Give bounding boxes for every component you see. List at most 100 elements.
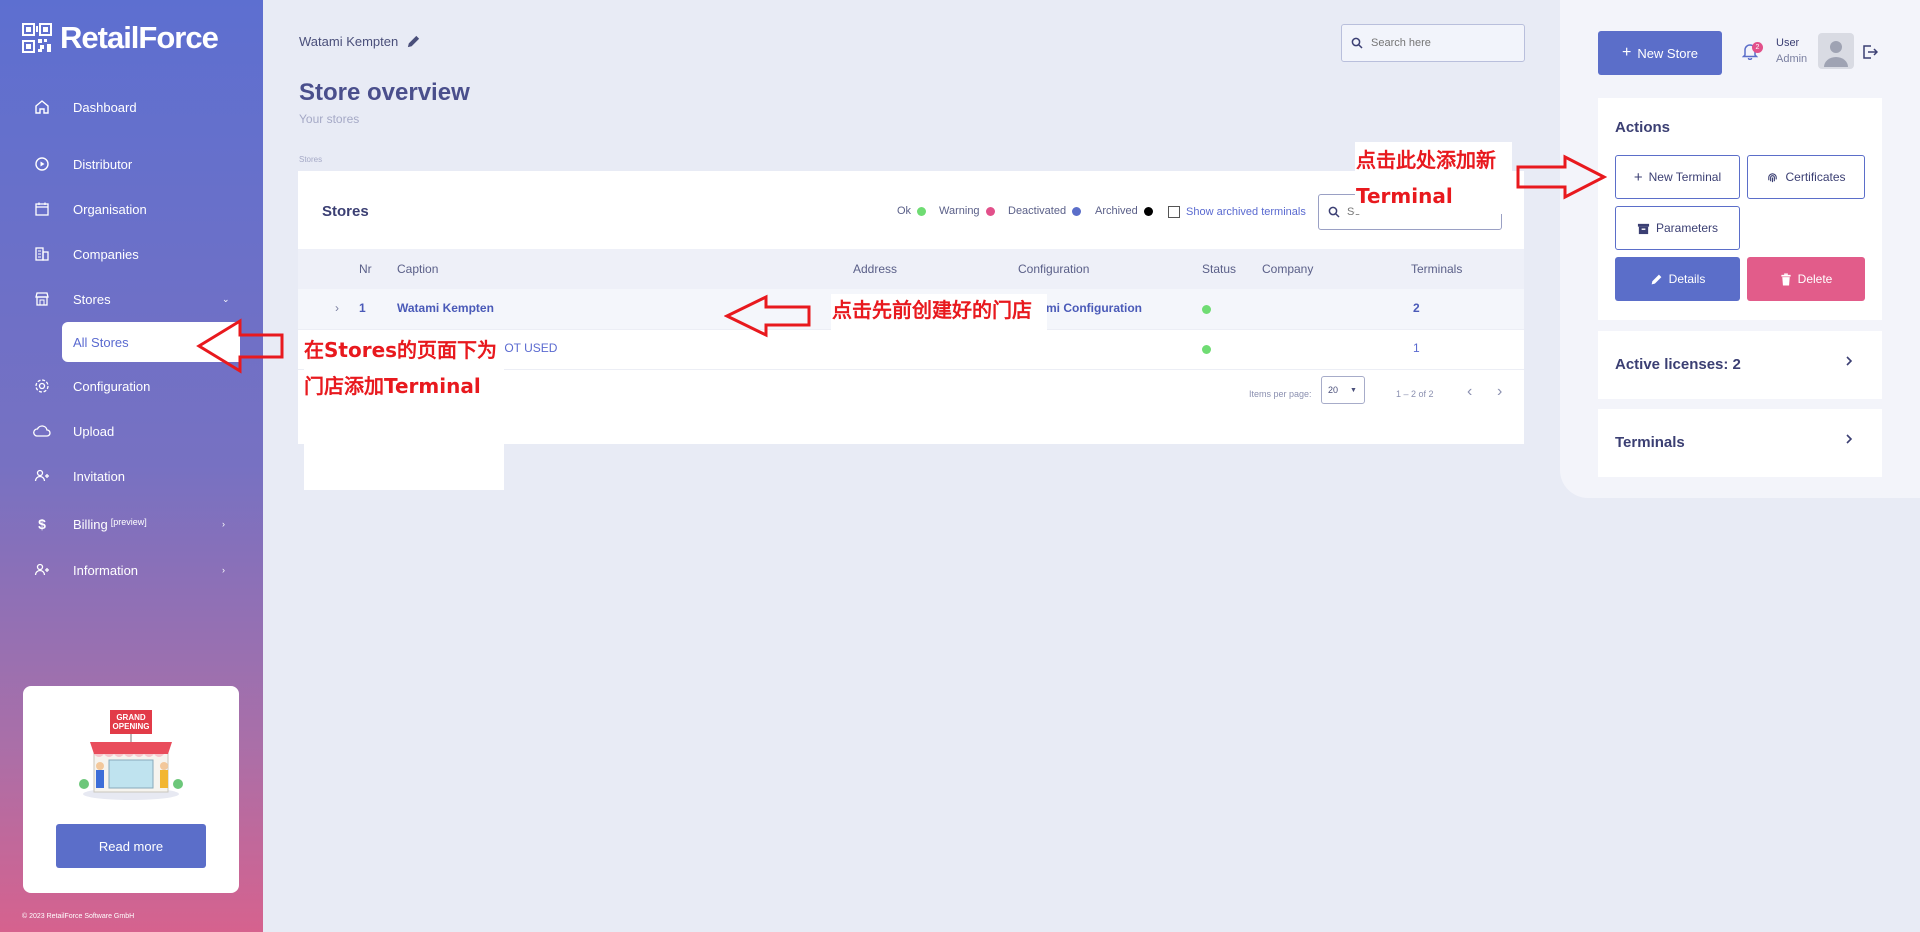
subitem-label: All Stores — [73, 334, 129, 350]
right-panel: + New Store 2 User Admin Actions + New T… — [1560, 0, 1920, 498]
logout-icon[interactable] — [1862, 44, 1878, 60]
logo[interactable]: RetailForce — [22, 20, 219, 56]
sidebar-item-label: Upload — [73, 423, 115, 439]
checkbox-box[interactable] — [1168, 206, 1180, 218]
sidebar-item-label: Distributor — [73, 156, 133, 172]
new-terminal-button[interactable]: + New Terminal — [1615, 155, 1740, 199]
annotation-arrow-middle — [724, 294, 811, 338]
section-label: Stores — [299, 155, 323, 164]
actions-card: Actions + New Terminal Certificates Para… — [1598, 98, 1882, 320]
pagination-range: 1 – 2 of 2 — [1396, 389, 1434, 399]
items-per-page-select[interactable]: 20 ▼ — [1321, 376, 1365, 404]
annotation-left-line2: 门店添加Terminal — [304, 374, 481, 398]
status-ok-dot — [1202, 305, 1211, 314]
home-icon — [32, 97, 52, 117]
gear-icon — [32, 376, 52, 396]
sidebar-item-companies[interactable]: Companies — [0, 234, 263, 274]
legend-archived: Archived — [1095, 205, 1153, 217]
next-page-icon[interactable]: › — [1497, 383, 1502, 401]
deactivated-dot — [1072, 206, 1082, 216]
col-caption[interactable]: Caption — [397, 262, 438, 276]
logo-text: RetailForce — [60, 20, 219, 55]
certificates-label: Certificates — [1785, 170, 1846, 184]
col-company[interactable]: Company — [1262, 262, 1313, 276]
cloud-icon — [32, 421, 52, 441]
caret-down-icon: ▼ — [1350, 386, 1357, 394]
user-avatar-icon — [1824, 41, 1848, 67]
sidebar-item-label: Dashboard — [73, 99, 137, 115]
sidebar-item-information[interactable]: Information › — [0, 550, 263, 590]
user-plus-icon — [32, 466, 52, 486]
legend-label: Deactivated — [1008, 205, 1067, 217]
row-caption[interactable]: IOT USED — [501, 341, 557, 355]
chevron-right-icon — [1846, 434, 1853, 444]
notification-badge: 2 — [1752, 42, 1763, 53]
building-icon — [32, 244, 52, 264]
search-icon — [1351, 37, 1363, 49]
sidebar-item-organisation[interactable]: Organisation — [0, 189, 263, 229]
sidebar-item-label: Organisation — [73, 201, 147, 217]
annotation-middle-text: 点击先前创建好的门店 — [832, 298, 1032, 322]
col-configuration[interactable]: Configuration — [1018, 262, 1089, 276]
show-archived-checkbox[interactable]: Show archived terminals — [1168, 206, 1306, 218]
copyright: © 2023 RetailForce Software GmbH — [22, 913, 135, 920]
current-store-name: Watami Kempten — [299, 34, 399, 49]
annotation-arrow-left — [196, 318, 284, 374]
legend-deactivated: Deactivated — [1008, 205, 1082, 217]
chevron-right-icon: › — [222, 565, 225, 575]
delete-button[interactable]: Delete — [1747, 257, 1865, 301]
page-title: Store overview — [299, 79, 470, 106]
terminals-label: Terminals — [1615, 434, 1685, 451]
pencil-icon — [1651, 274, 1662, 284]
search-input[interactable] — [1369, 36, 1523, 50]
sidebar-item-label: Stores — [73, 291, 111, 307]
fingerprint-icon — [1768, 172, 1778, 182]
sign-line2: OPENING — [113, 722, 150, 731]
row-terminals: 2 — [1413, 301, 1420, 315]
terminals-accordion[interactable]: Terminals — [1598, 409, 1882, 477]
col-address[interactable]: Address — [853, 262, 897, 276]
col-terminals[interactable]: Terminals — [1411, 262, 1462, 276]
sign-line1: GRAND — [116, 713, 146, 722]
calendar-icon — [32, 199, 52, 219]
row-configuration[interactable]: mi Configuration — [1046, 301, 1142, 315]
read-more-button[interactable]: Read more — [56, 824, 206, 868]
parameters-label: Parameters — [1655, 221, 1719, 235]
sidebar-item-upload[interactable]: Upload — [0, 411, 263, 451]
avatar[interactable] — [1818, 33, 1854, 69]
new-store-button[interactable]: + New Store — [1598, 31, 1722, 75]
sidebar-item-invitation[interactable]: Invitation — [0, 456, 263, 496]
billing-label: Billing — [73, 516, 108, 532]
items-per-page-value: 20 — [1328, 385, 1339, 395]
legend-label: Warning — [939, 205, 980, 217]
trash-icon — [1781, 272, 1791, 286]
promo-card: GRAND OPENING Read more — [23, 686, 239, 893]
sidebar-item-distributor[interactable]: Distributor — [0, 144, 263, 184]
details-label: Details — [1668, 272, 1706, 286]
table-header: Nr Caption Address Configuration Status … — [298, 249, 1524, 289]
global-search[interactable] — [1341, 24, 1525, 62]
col-nr[interactable]: Nr — [359, 262, 372, 276]
certificates-button[interactable]: Certificates — [1747, 155, 1865, 199]
sidebar-item-label: Information — [73, 562, 139, 578]
sidebar-item-dashboard[interactable]: Dashboard — [0, 87, 263, 127]
new-terminal-label: New Terminal — [1648, 170, 1722, 184]
expand-chevron-icon[interactable]: › — [335, 301, 339, 315]
parameters-button[interactable]: Parameters — [1615, 206, 1740, 250]
search-icon — [1328, 206, 1340, 218]
card-title: Stores — [322, 203, 369, 220]
active-licenses-accordion[interactable]: Active licenses: 2 — [1598, 331, 1882, 399]
sidebar-item-billing[interactable]: $ Billing [preview] › — [0, 504, 263, 544]
chevron-right-icon: › — [222, 519, 225, 529]
plus-icon: + — [1633, 168, 1643, 186]
details-button[interactable]: Details — [1615, 257, 1740, 301]
sidebar-item-label: Billing [preview] — [73, 517, 147, 532]
prev-page-icon[interactable]: ‹ — [1467, 383, 1472, 401]
col-status[interactable]: Status — [1202, 262, 1236, 276]
row-caption[interactable]: Watami Kempten — [397, 301, 494, 315]
legend-label: Ok — [897, 205, 912, 217]
sidebar-item-stores[interactable]: Stores ⌄ — [0, 279, 263, 319]
pencil-icon[interactable] — [406, 34, 421, 49]
current-store: Watami Kempten — [299, 34, 421, 49]
chevron-right-icon — [1846, 356, 1853, 366]
